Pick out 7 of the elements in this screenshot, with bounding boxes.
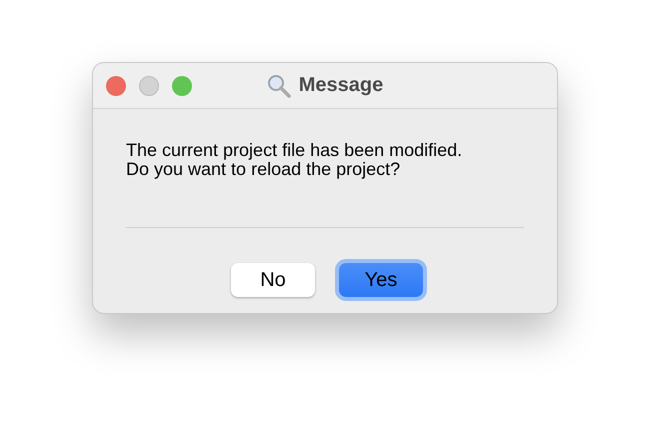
default-button[interactable]: Yes: [339, 263, 423, 297]
magnifier-icon: [266, 74, 291, 98]
close-button[interactable]: [106, 76, 126, 96]
dialog-button[interactable]: No: [231, 263, 315, 297]
zoom-button[interactable]: [172, 76, 192, 96]
window-title: Message: [298, 74, 384, 97]
message-text: The current project file has been modified. Do you want to reload the project?: [126, 141, 464, 179]
